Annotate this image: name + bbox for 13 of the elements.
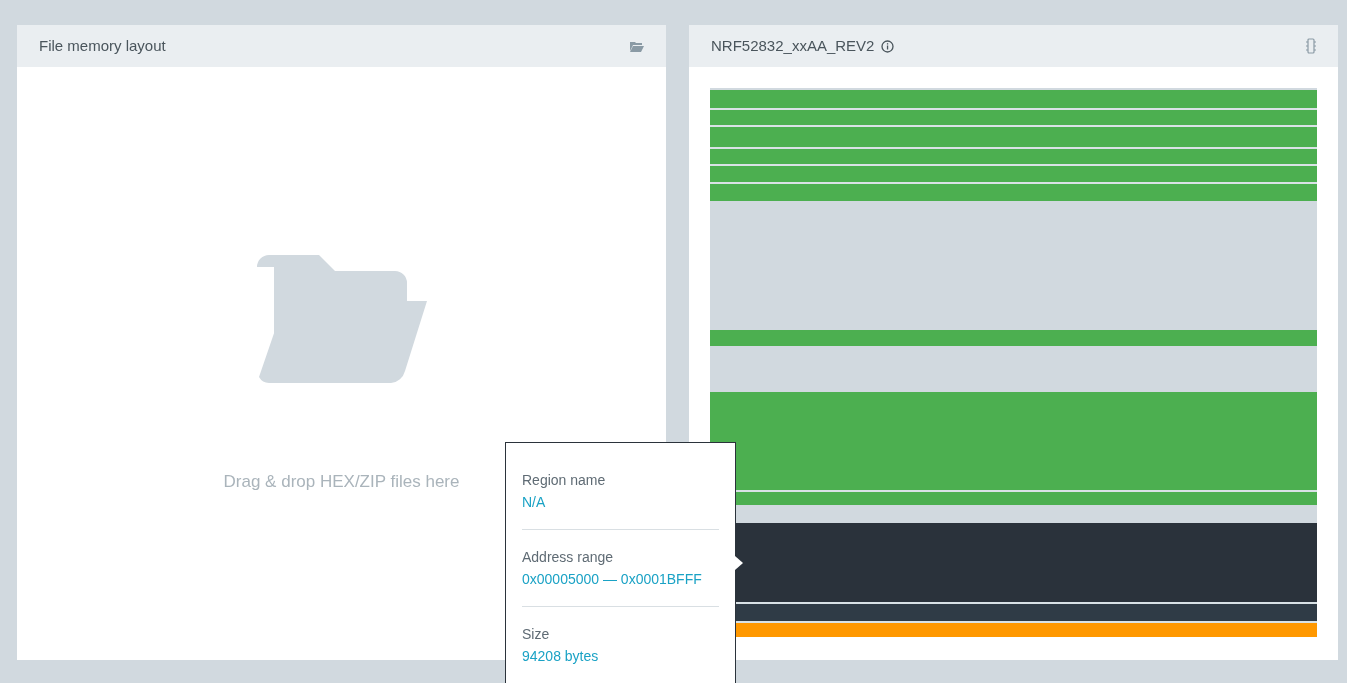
- field-label: Address range: [522, 548, 615, 567]
- field-value: 94208 bytes: [522, 647, 600, 666]
- field-value: 0x00005000 — 0x0001BFFF: [522, 570, 703, 589]
- folder-icon[interactable]: [630, 40, 644, 52]
- panel-title: NRF52832_xxAA_REV2: [711, 35, 875, 56]
- info-icon[interactable]: [881, 39, 895, 53]
- field-label: Size: [522, 625, 551, 644]
- drop-hint: Drag & drop HEX/ZIP files here: [223, 471, 460, 493]
- panel-title: File memory layout: [39, 35, 166, 56]
- folder-icon: [256, 255, 427, 383]
- field-label: Region name: [522, 471, 607, 490]
- field-value: N/A: [522, 493, 547, 512]
- chip-icon[interactable]: [1306, 38, 1316, 54]
